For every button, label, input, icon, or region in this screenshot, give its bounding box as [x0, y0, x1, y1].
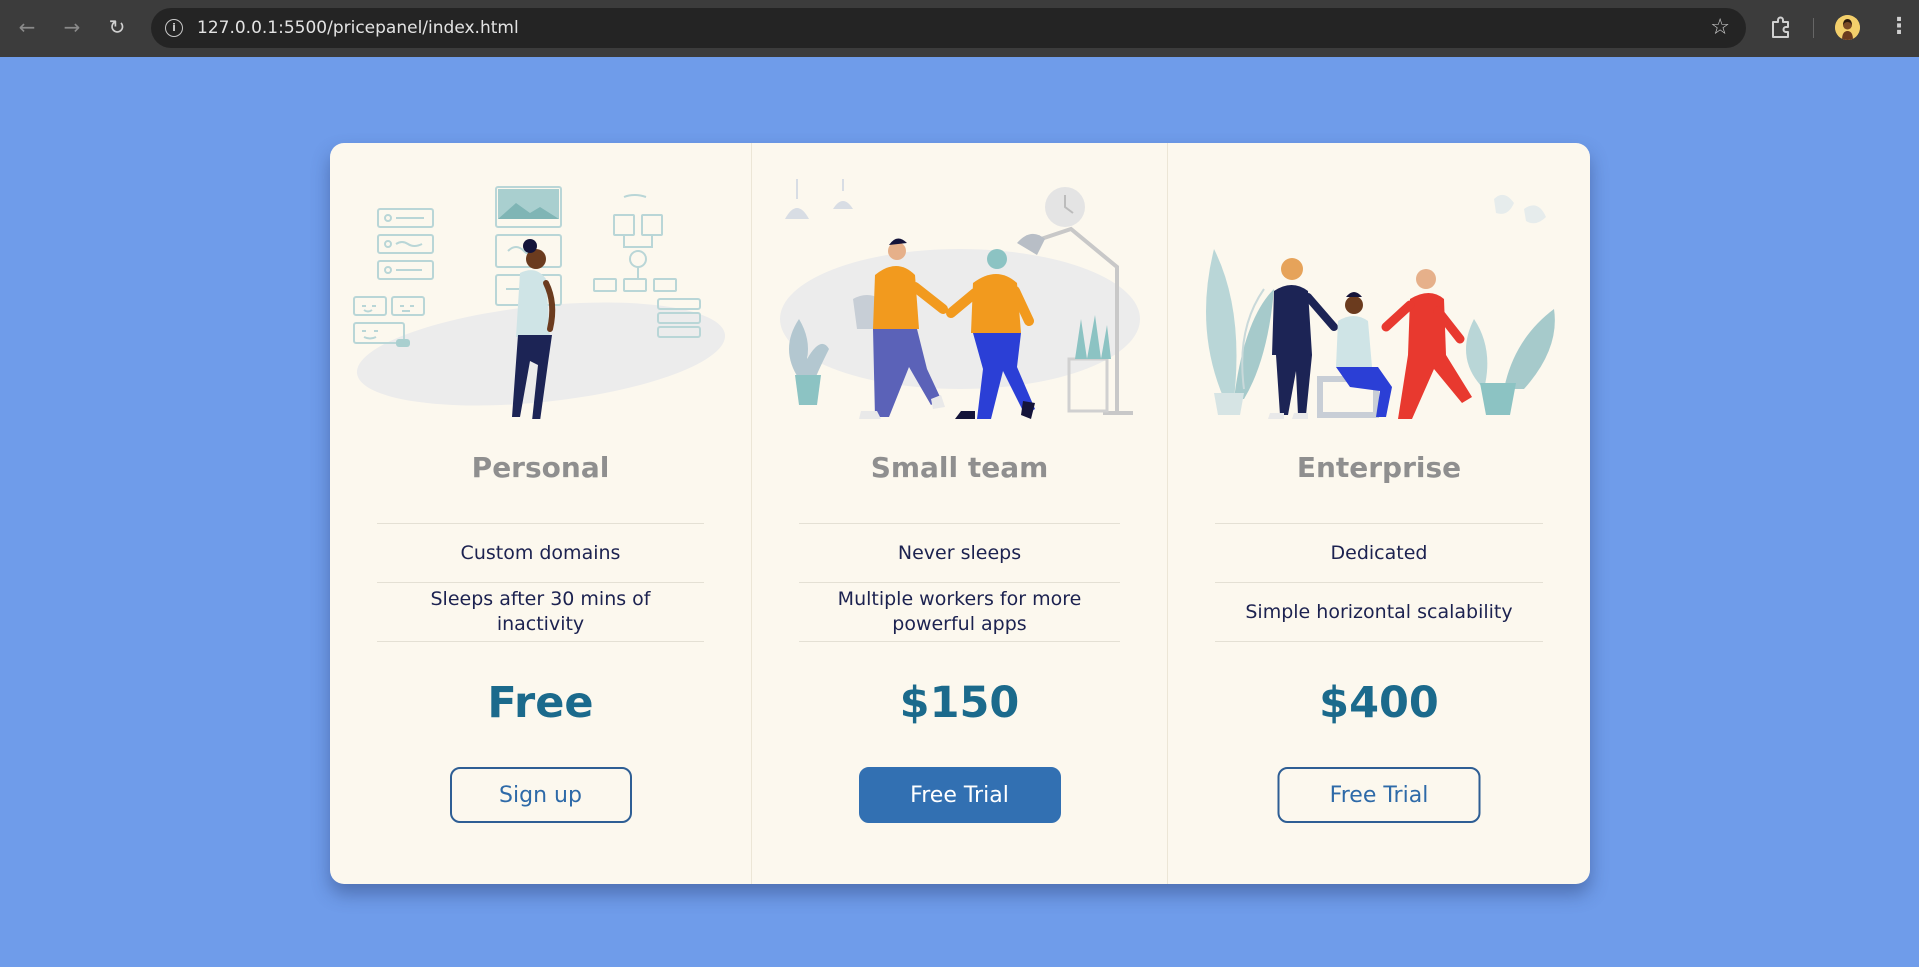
- back-arrow-icon[interactable]: ←: [14, 14, 40, 40]
- feature-list: Dedicated Simple horizontal scalability: [1215, 523, 1543, 642]
- free-trial-button[interactable]: Free Trial: [1277, 767, 1481, 823]
- plan-title: Enterprise: [1296, 451, 1462, 484]
- forward-arrow-icon[interactable]: →: [59, 14, 85, 40]
- plan-card-personal: Personal Custom domains Sleeps after 30 …: [330, 143, 752, 884]
- plan-price: $400: [1319, 678, 1439, 728]
- team-meeting-illustration: [1206, 194, 1555, 419]
- plan-price: Free: [487, 678, 594, 728]
- free-trial-button[interactable]: Free Trial: [858, 767, 1061, 823]
- plan-title: Personal: [471, 451, 610, 484]
- profile-avatar[interactable]: [1835, 15, 1860, 40]
- person-walking-illustration: [352, 186, 725, 419]
- feature-item: Never sleeps: [799, 524, 1120, 583]
- feature-item: Dedicated: [1215, 524, 1543, 583]
- plan-card-enterprise: Enterprise Dedicated Simple horizontal s…: [1168, 143, 1590, 884]
- kebab-menu-icon[interactable]: ⋮: [1888, 14, 1910, 40]
- feature-item: Sleeps after 30 mins of inactivity: [377, 583, 704, 642]
- reload-icon[interactable]: ↻: [104, 14, 130, 40]
- site-info-icon[interactable]: i: [165, 19, 183, 37]
- feature-item: Simple horizontal scalability: [1215, 583, 1543, 642]
- sign-up-button[interactable]: Sign up: [449, 767, 632, 823]
- extensions-puzzle-icon[interactable]: [1768, 14, 1794, 40]
- bookmark-star-icon[interactable]: ☆: [1710, 16, 1730, 40]
- url-text[interactable]: 127.0.0.1:5500/pricepanel/index.html: [197, 8, 519, 48]
- plan-card-small-team: Small team Never sleeps Multiple workers…: [752, 143, 1168, 884]
- feature-list: Never sleeps Multiple workers for more p…: [799, 523, 1120, 642]
- feature-item: Custom domains: [377, 524, 704, 583]
- feature-item: Multiple workers for more powerful apps: [799, 583, 1120, 642]
- two-people-walking-illustration: [779, 179, 1140, 419]
- plan-price: $150: [899, 678, 1020, 728]
- browser-toolbar: ← → ↻ i 127.0.0.1:5500/pricepanel/index.…: [0, 0, 1919, 57]
- address-bar[interactable]: i 127.0.0.1:5500/pricepanel/index.html ☆: [151, 8, 1746, 48]
- plan-title: Small team: [870, 451, 1049, 484]
- feature-list: Custom domains Sleeps after 30 mins of i…: [377, 523, 704, 642]
- toolbar-divider: [1813, 18, 1814, 38]
- pricing-panel: Personal Custom domains Sleeps after 30 …: [330, 143, 1590, 884]
